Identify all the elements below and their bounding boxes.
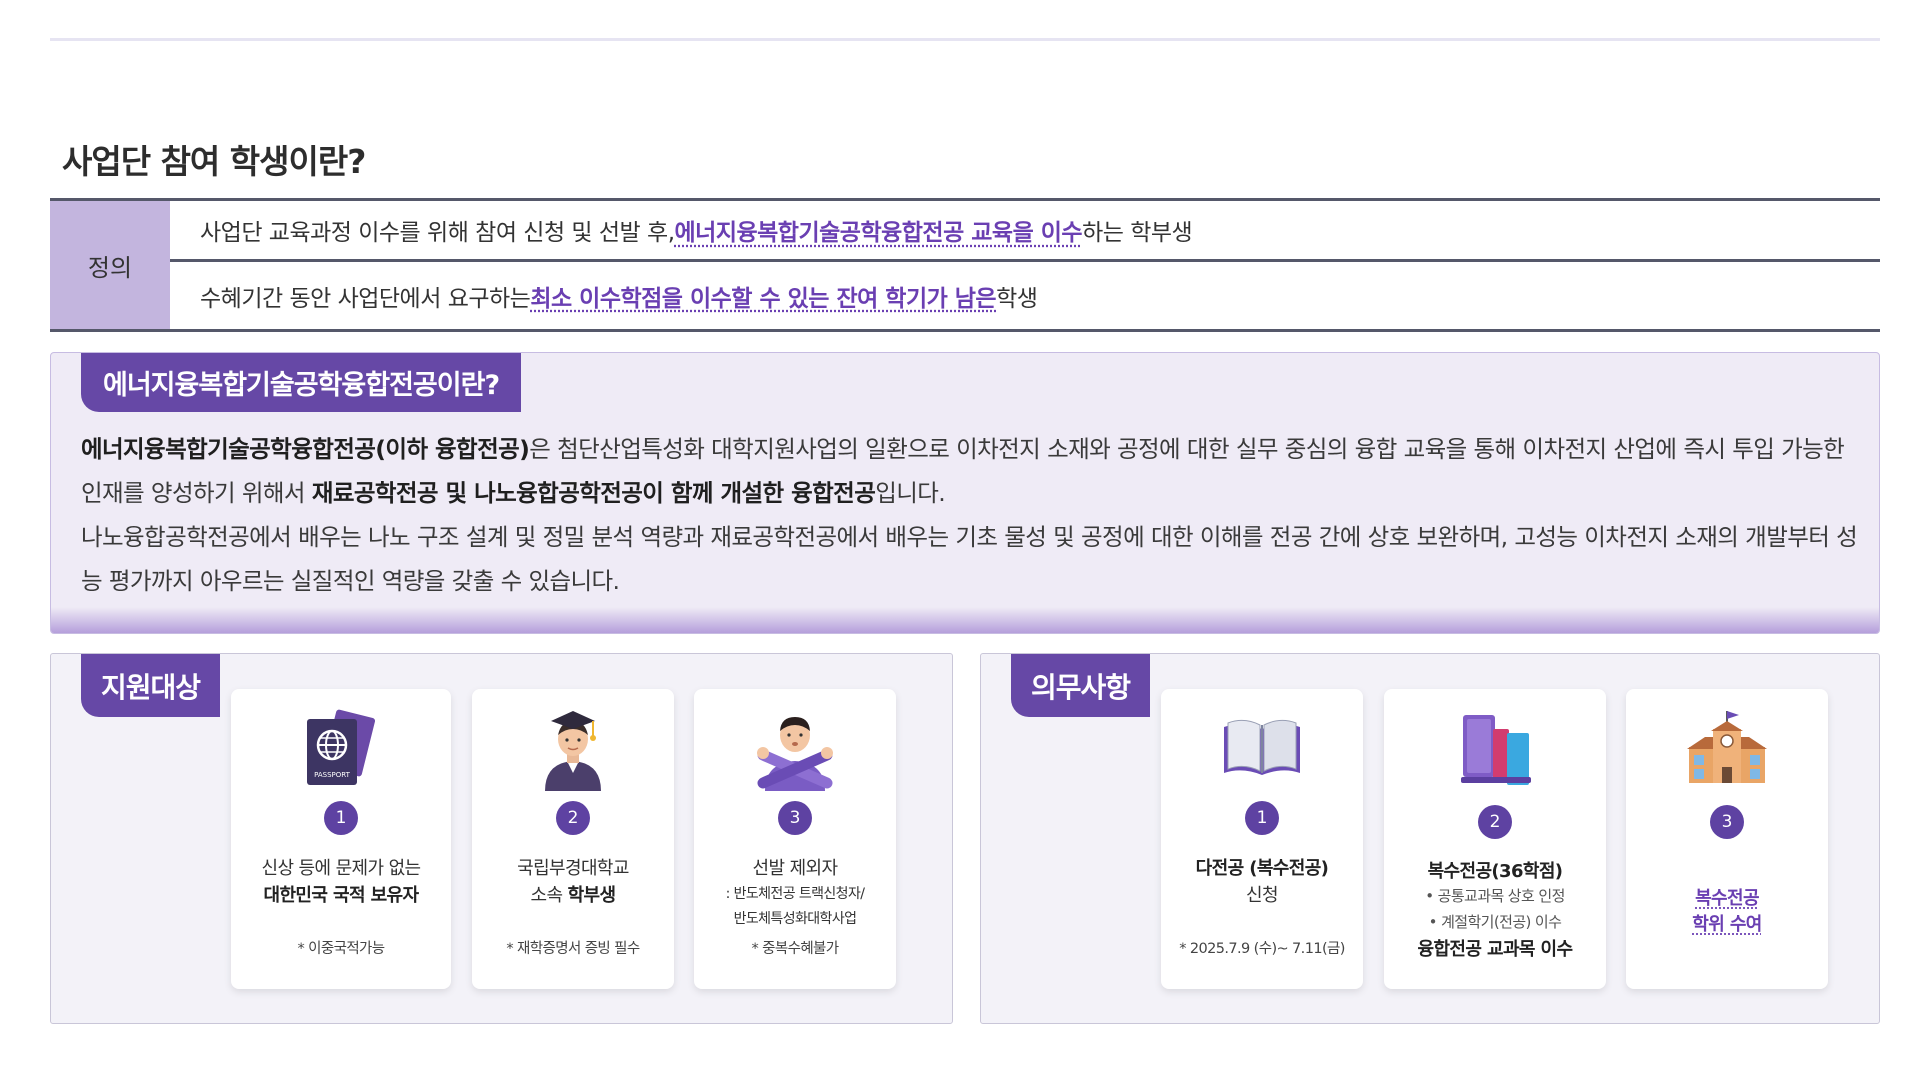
support-card-1-line1: 신상 등에 문제가 없는 xyxy=(261,858,421,879)
support-card-2: 2 국립부경대학교 소속 학부생 * 재학증명서 증빙 필수 xyxy=(472,689,674,989)
about-paragraph-1: 에너지융복합기술공학융합전공(이하 융합전공)은 첨단산업특성화 대학지원사업의… xyxy=(81,427,1871,515)
duty-card-3: 3 복수전공 학위 수여 xyxy=(1626,689,1828,989)
section-title: 사업단 참여 학생이란? xyxy=(62,142,366,181)
definition-table: 정의 사업단 교육과정 이수를 위해 참여 신청 및 선발 후, 에너지융복합기… xyxy=(50,198,1880,332)
definition-row-1: 사업단 교육과정 이수를 위해 참여 신청 및 선발 후, 에너지융복합기술공학… xyxy=(170,201,1880,262)
support-card-2-line2-bold: 학부생 xyxy=(567,885,616,906)
duty-card-2-line-end: 융합전공 교과목 이수 xyxy=(1417,939,1574,960)
support-card-3-line1: 선발 제외자 xyxy=(752,858,839,879)
about-box: 에너지융복합기술공학융합전공이란? 에너지융복합기술공학융합전공(이하 융합전공… xyxy=(50,352,1880,634)
about-paragraph-2: 나노융합공학전공에서 배우는 나노 구조 설계 및 정밀 분석 역량과 재료공학… xyxy=(81,523,1858,595)
duty-card-1-line1: 다전공 (복수전공) xyxy=(1195,858,1329,879)
duty-card-2-bullet1-text: 공통교과목 상호 인정 xyxy=(1437,887,1566,905)
duty-tag: 의무사항 xyxy=(1011,654,1151,717)
school-building-icon xyxy=(1687,711,1767,783)
duty-card-3-line2: 학위 수여 xyxy=(1626,910,1828,936)
support-card-2-line2: 소속 학부생 xyxy=(472,881,674,907)
definition-row-1-pre: 사업단 교육과정 이수를 위해 참여 신청 및 선발 후, xyxy=(200,220,675,246)
step-number-2: 2 xyxy=(556,801,590,835)
duty-card-2-bullet2-text: 계절학기(전공) 이수 xyxy=(1441,913,1562,931)
books-icon xyxy=(1461,715,1531,785)
duty-step-number-2: 2 xyxy=(1478,805,1512,839)
duty-panel: 의무사항 1 다전공 (복수전공) 신청 * 2025.7.9 (수)~ 7.1… xyxy=(980,653,1880,1024)
page: 사업단 참여 학생이란? 정의 사업단 교육과정 이수를 위해 참여 신청 및 … xyxy=(0,0,1920,1080)
passport-text: PASSPORT xyxy=(314,771,351,779)
duty-card-3-line1: 복수전공 xyxy=(1626,884,1828,910)
duty-step-number-3: 3 xyxy=(1710,805,1744,839)
definition-label: 정의 xyxy=(50,201,170,329)
open-book-icon xyxy=(1224,719,1300,775)
support-card-1-note: * 이중국적가능 xyxy=(297,941,385,957)
duty-card-1: 1 다전공 (복수전공) 신청 * 2025.7.9 (수)~ 7.11(금) xyxy=(1161,689,1363,989)
student-graduate-icon xyxy=(545,711,601,791)
definition-row-2: 수혜기간 동안 사업단에서 요구하는 최소 이수학점을 이수할 수 있는 잔여 … xyxy=(170,265,1880,326)
bullet-icon: • xyxy=(1428,913,1442,931)
definition-row-1-highlight: 에너지융복합기술공학융합전공 교육을 이수 xyxy=(674,220,1083,246)
duty-card-2-line1: 복수전공(36학점) xyxy=(1427,861,1563,882)
support-card-1: PASSPORT 1 신상 등에 문제가 없는 대한민국 국적 보유자 * 이중… xyxy=(231,689,451,989)
duty-card-2: 2 복수전공(36학점) • 공통교과목 상호 인정 • 계절학기(전공) 이수… xyxy=(1384,689,1606,989)
duty-card-3-line2-text: 학위 수여 xyxy=(1692,914,1762,935)
support-card-3-sub1: : 반도체전공 트랙신청자/ xyxy=(725,886,865,902)
definition-row-2-highlight: 최소 이수학점을 이수할 수 있는 잔여 학기가 남은 xyxy=(530,285,997,312)
about-text-end: 입니다. xyxy=(875,479,946,507)
definition-row-2-pre: 수혜기간 동안 사업단에서 요구하는 xyxy=(200,285,531,312)
about-tag: 에너지융복합기술공학융합전공이란? xyxy=(81,353,522,412)
bullet-icon: • xyxy=(1425,887,1438,905)
duty-card-2-bullet1: • 공통교과목 상호 인정 xyxy=(1384,885,1606,906)
support-tag: 지원대상 xyxy=(81,654,221,717)
duty-card-1-note: * 2025.7.9 (수)~ 7.11(금) xyxy=(1179,941,1345,957)
step-number-3: 3 xyxy=(778,801,812,835)
support-card-1-line2: 대한민국 국적 보유자 xyxy=(263,885,420,906)
about-body: 에너지융복합기술공학융합전공(이하 융합전공)은 첨단산업특성화 대학지원사업의… xyxy=(81,427,1871,603)
definition-row-2-post: 학생 xyxy=(996,285,1038,312)
support-card-2-line2-pre: 소속 xyxy=(530,885,568,906)
support-panel: 지원대상 PASSPORT 1 신상 등에 문제가 없는 대한민국 국적 보유자… xyxy=(50,653,953,1024)
passport-icon: PASSPORT xyxy=(307,709,376,785)
support-card-3: 3 선발 제외자 : 반도체전공 트랙신청자/ 반도체특성화대학사업 * 중복수… xyxy=(694,689,896,989)
support-card-2-note: * 재학증명서 증빙 필수 xyxy=(506,941,640,957)
definition-row-1-post: 하는 학부생 xyxy=(1082,220,1193,246)
support-card-3-note: * 중복수혜불가 xyxy=(751,941,839,957)
duty-card-2-bullet2: • 계절학기(전공) 이수 xyxy=(1384,911,1606,932)
about-bold-1: 에너지융복합기술공학융합전공(이하 융합전공) xyxy=(81,435,530,463)
duty-card-3-line1-text: 복수전공 xyxy=(1695,888,1759,909)
person-crossing-arms-icon xyxy=(757,717,833,791)
support-card-3-sub2: 반도체특성화대학사업 xyxy=(733,911,857,927)
duty-step-number-1: 1 xyxy=(1245,801,1279,835)
step-number-1: 1 xyxy=(324,801,358,835)
top-divider xyxy=(50,38,1880,41)
support-card-2-line1: 국립부경대학교 xyxy=(517,858,629,879)
about-bold-2: 재료공학전공 및 나노융합공학전공이 함께 개설한 융합전공 xyxy=(311,479,876,507)
duty-card-1-line2: 신청 xyxy=(1246,885,1279,906)
